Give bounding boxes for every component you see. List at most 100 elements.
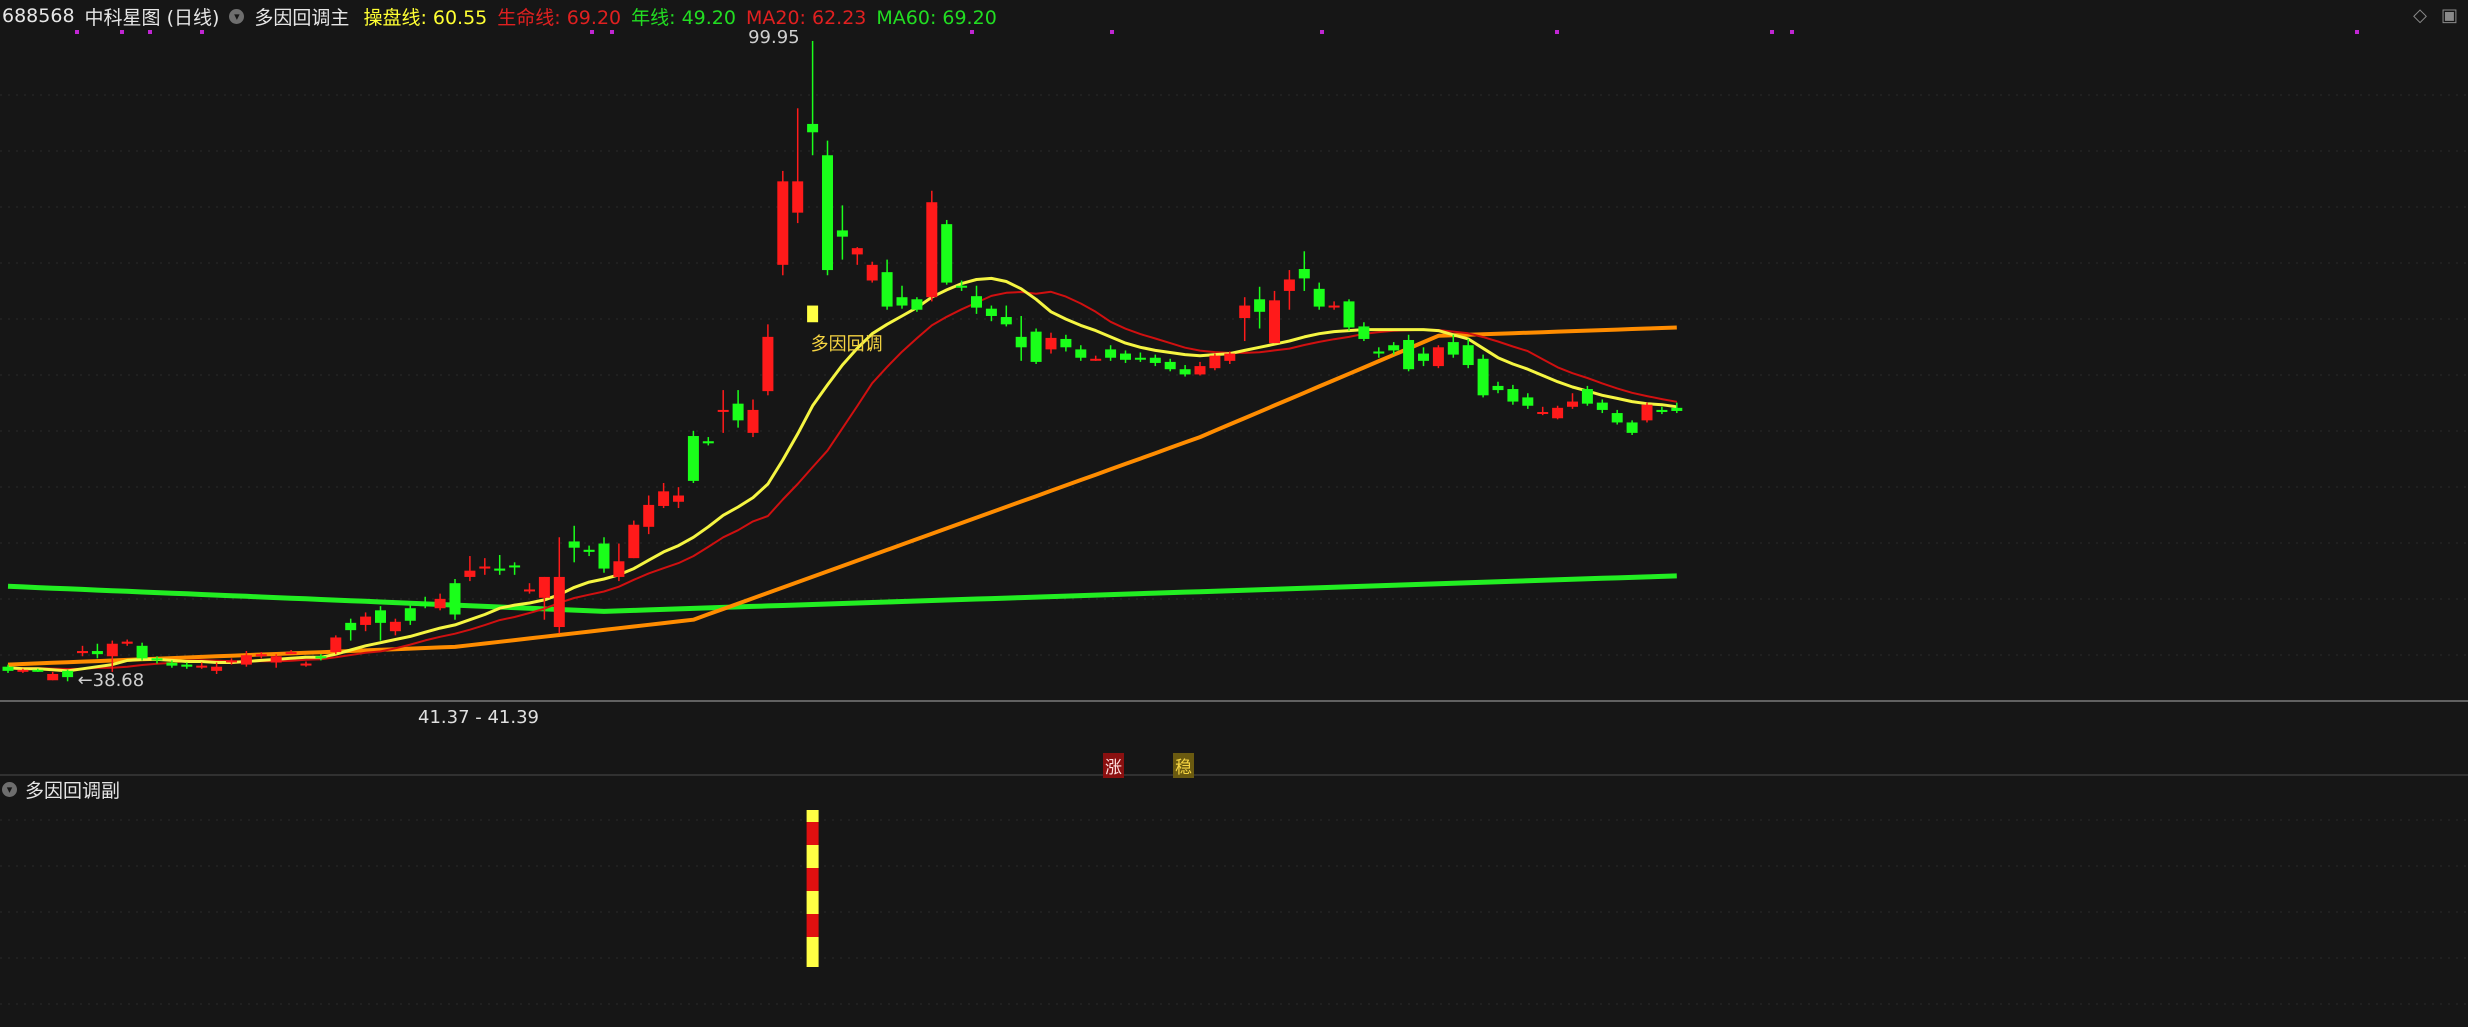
- candle-body: [1045, 337, 1057, 350]
- candle-body: [1105, 349, 1117, 358]
- candle-body: [375, 610, 386, 623]
- candle-body: [1090, 358, 1102, 361]
- candle-body: [419, 603, 431, 607]
- candle-body: [1283, 279, 1295, 291]
- candle-body: [777, 181, 789, 265]
- candle-body: [121, 641, 133, 644]
- candle-body: [166, 662, 178, 666]
- candle-body: [1030, 331, 1042, 362]
- candle-body: [226, 660, 237, 663]
- diamond-icon[interactable]: ◇: [2413, 5, 2427, 26]
- candle-body: [1060, 338, 1072, 348]
- candle-body: [1656, 409, 1668, 413]
- candle-body: [941, 224, 953, 283]
- life-line: [7, 325, 1677, 667]
- candle-body: [1373, 351, 1385, 354]
- candle-body: [1269, 300, 1280, 344]
- collapse-icon[interactable]: ▾: [2, 782, 17, 797]
- marker-dot: [200, 30, 204, 34]
- indicator-value: MA60: 69.20: [876, 6, 997, 29]
- candle-body: [32, 669, 44, 672]
- candle-body: [851, 248, 863, 255]
- signal-bar-segment: [806, 914, 819, 937]
- candle-body: [702, 441, 714, 444]
- candle-body: [1611, 413, 1623, 423]
- candle-body: [687, 436, 699, 481]
- marker-dot: [1790, 30, 1794, 34]
- indicator-name[interactable]: 多因回调主: [254, 3, 349, 30]
- signal-bar-segment: [806, 937, 819, 967]
- collapse-icon[interactable]: ▾: [229, 8, 245, 24]
- candle-body: [1015, 336, 1027, 348]
- candle-body: [1432, 347, 1444, 367]
- signal-bar-segment: [806, 822, 819, 845]
- candle-body: [643, 504, 655, 527]
- candle-body: [181, 664, 193, 667]
- candle-body: [449, 583, 461, 615]
- signal-candle: [807, 305, 819, 323]
- candle-body: [1418, 353, 1429, 361]
- signal-label: 多因回调: [810, 334, 883, 356]
- candle-body: [926, 202, 938, 298]
- zhang-tag: 涨: [1103, 753, 1124, 778]
- candle-body: [1000, 317, 1012, 325]
- marker-dot: [1320, 30, 1324, 34]
- candle-body: [1492, 385, 1504, 391]
- candle-body: [1149, 357, 1161, 363]
- signal-bar-segment: [806, 845, 819, 868]
- candle-body: [91, 651, 103, 655]
- marker-dot: [75, 30, 79, 34]
- chart-header: 688568 中科星图 (日线) ▾ 多因回调主 操盘线: 60.55 生命线: …: [2, 2, 1007, 30]
- candle-body: [762, 336, 774, 392]
- candle-body: [792, 181, 804, 213]
- candle-body: [747, 409, 759, 433]
- candle-body: [673, 495, 684, 502]
- candle-body: [1388, 345, 1400, 351]
- candle-body: [1120, 353, 1131, 360]
- signal-bar-segment: [806, 868, 819, 891]
- candle-body: [136, 645, 148, 659]
- candle-body: [1164, 361, 1176, 370]
- candle-body: [1596, 402, 1608, 410]
- candle-body: [896, 297, 908, 306]
- candle-body: [613, 561, 625, 577]
- candle-body: [330, 637, 342, 653]
- candle-body: [211, 666, 223, 671]
- candle-body: [255, 654, 267, 657]
- window-icon[interactable]: ▣: [2441, 5, 2458, 26]
- high-price-label: 99.95: [748, 26, 800, 48]
- candle-body: [315, 656, 327, 659]
- candle-body: [658, 491, 670, 506]
- candle-body: [360, 616, 372, 625]
- grid-lines: [0, 94, 2468, 1005]
- indicator-values: 操盘线: 60.55 生命线: 69.20 年线: 49.20 MA20: 62.23…: [363, 3, 1006, 30]
- marker-dot: [120, 30, 124, 34]
- sub-panel-title[interactable]: 多因回调副: [25, 776, 120, 803]
- candle-body: [568, 541, 580, 548]
- candle-body: [1626, 422, 1638, 433]
- candle-body: [77, 651, 88, 654]
- stock-name: 中科星图 (日线): [84, 6, 220, 29]
- candle-body: [538, 576, 550, 598]
- candle-body: [598, 543, 610, 569]
- candle-body: [1224, 353, 1236, 361]
- candle-body: [479, 566, 491, 569]
- candle-body: [1209, 355, 1221, 369]
- candle-body: [434, 598, 446, 609]
- candle-body: [47, 673, 59, 681]
- marker-dots: [75, 30, 2359, 34]
- candle-body: [1075, 349, 1087, 358]
- candle-body: [17, 669, 29, 672]
- candle-body: [285, 652, 297, 655]
- signal-bar-segment: [806, 891, 819, 914]
- candle-body: [1134, 357, 1146, 360]
- candle-body: [1239, 305, 1251, 319]
- candle-body: [1298, 269, 1310, 279]
- price-range-label: 41.37 - 41.39: [418, 707, 539, 728]
- candle-body: [1254, 299, 1266, 312]
- candle-body: [1537, 412, 1549, 415]
- candle-body: [807, 123, 819, 133]
- stock-code: 688568: [2, 5, 75, 27]
- indicator-value: MA20: 62.23: [745, 6, 867, 29]
- signal-bar-segment: [806, 810, 819, 822]
